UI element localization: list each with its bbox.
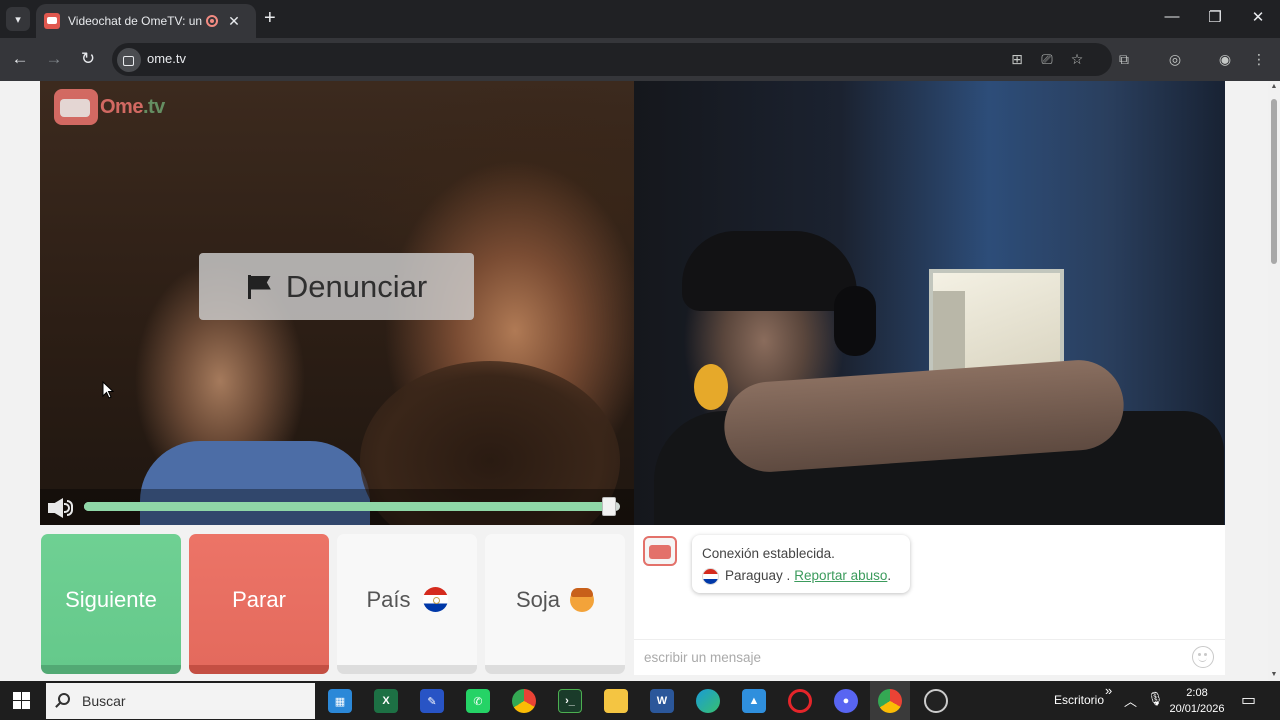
opera-icon[interactable]: [788, 689, 812, 713]
scroll-up-icon[interactable]: ▲: [1270, 83, 1278, 91]
cast-icon[interactable]: ⎚: [1038, 50, 1056, 68]
close-window-button[interactable]: ✕: [1243, 8, 1273, 26]
search-icon: [58, 693, 70, 705]
logo-text-ome: Ome: [100, 95, 143, 118]
windows-start-icon[interactable]: [13, 692, 30, 709]
scroll-down-icon[interactable]: ▼: [1270, 671, 1278, 679]
restore-button[interactable]: ❐: [1200, 8, 1230, 26]
gender-button[interactable]: Soja: [485, 534, 625, 674]
lens-icon[interactable]: ◎: [1166, 50, 1184, 68]
search-placeholder: Buscar: [82, 693, 126, 709]
chrome-active-icon[interactable]: [878, 689, 902, 713]
chrome-icon[interactable]: [512, 689, 536, 713]
report-button[interactable]: Denunciar: [199, 253, 474, 320]
toolbar-chevron[interactable]: »: [1105, 683, 1112, 698]
browser-toolbar: ← → ↻ ome.tv ⊞ ⎚ ☆ ⧉ ◎ ◉ ⋮: [0, 38, 1280, 81]
tab-ometv[interactable]: Videochat de OmeTV: una a ✕: [36, 4, 256, 38]
url-text[interactable]: ome.tv: [147, 51, 186, 66]
tab-close-icon[interactable]: ✕: [226, 13, 242, 30]
system-clock[interactable]: 2:08 20/01/2026: [1165, 685, 1229, 717]
country-label: País: [366, 586, 411, 612]
next-label: Siguiente: [65, 586, 157, 612]
message-input[interactable]: escribir un mensaje: [634, 639, 1225, 675]
reload-icon[interactable]: ↻: [77, 49, 99, 69]
microphone-icon[interactable]: 🎙: [1147, 691, 1164, 707]
clock-date: 20/01/2026: [1169, 703, 1225, 715]
paint-icon[interactable]: ✎: [420, 689, 444, 713]
country-name: Paraguay .: [725, 568, 791, 583]
speedtest-icon[interactable]: [924, 689, 948, 713]
desktop-label[interactable]: Escritorio: [1054, 693, 1104, 707]
clock-time: 2:08: [1186, 687, 1208, 699]
message-placeholder[interactable]: escribir un mensaje: [644, 650, 761, 665]
system-message: Conexión establecida. Paraguay . Reporta…: [692, 535, 910, 593]
word-icon[interactable]: W: [650, 689, 674, 713]
boy-emoji-icon: [570, 587, 595, 612]
remote-video: [634, 81, 1225, 525]
volume-fill: [84, 502, 610, 511]
terminal-icon[interactable]: ›_: [558, 689, 582, 713]
tab-bar: ▾ Videochat de OmeTV: una a ✕ + — ❐ ✕: [0, 0, 1280, 38]
excel-icon[interactable]: X: [374, 689, 398, 713]
connection-status: Conexión establecida.: [702, 546, 835, 561]
translate-icon[interactable]: ⊞: [1008, 50, 1026, 68]
menu-kebab-icon[interactable]: ⋮: [1250, 50, 1268, 68]
video-figure: [834, 286, 876, 356]
page-scrollbar[interactable]: ▲ ▼: [1268, 81, 1280, 681]
new-tab-button[interactable]: +: [264, 8, 276, 28]
report-abuse-link[interactable]: Reportar abuso: [794, 565, 887, 587]
back-arrow-icon[interactable]: ←: [9, 49, 31, 69]
notifications-icon[interactable]: ▭: [1241, 690, 1256, 710]
profile-icon[interactable]: ◉: [1216, 50, 1234, 68]
local-video: Ome.tv Denunciar: [40, 81, 634, 525]
taskbar-search[interactable]: Buscar: [46, 683, 315, 719]
forward-arrow-icon[interactable]: →: [43, 49, 65, 69]
site-info-icon[interactable]: [117, 48, 141, 72]
stop-button[interactable]: Parar: [189, 534, 329, 674]
tv-logo-icon: [54, 89, 98, 125]
tray-overflow-icon[interactable]: ︿: [1124, 691, 1137, 710]
windows-taskbar: Buscar ▦ X ✎ ✆ ›_ W ▲ ● Escritorio » ︿ 🎙…: [0, 681, 1280, 720]
tab-search-button[interactable]: ▾: [6, 7, 30, 31]
volume-handle[interactable]: [602, 497, 617, 516]
store-icon[interactable]: ▦: [328, 689, 352, 713]
video-figure: [682, 231, 857, 311]
emoji-icon[interactable]: [1192, 646, 1214, 668]
paraguay-flag-icon: [422, 587, 448, 612]
report-label: Denunciar: [285, 268, 428, 304]
discord-icon[interactable]: ●: [834, 689, 858, 713]
video-figure: [694, 364, 728, 410]
ometv-logo: Ome.tv: [54, 89, 165, 125]
speaker-icon[interactable]: [48, 498, 74, 518]
bookmark-star-icon[interactable]: ☆: [1068, 50, 1086, 68]
whatsapp-icon[interactable]: ✆: [466, 689, 490, 713]
next-button[interactable]: Siguiente: [41, 534, 181, 674]
ometv-avatar-icon: [643, 536, 677, 566]
period: .: [887, 568, 892, 583]
flag-icon: [246, 273, 272, 301]
ometv-favicon-icon: [44, 13, 60, 29]
tab-title: Videochat de OmeTV: una a: [68, 14, 202, 28]
logo-text-tv: .tv: [142, 95, 165, 118]
country-button[interactable]: País: [337, 534, 477, 674]
address-bar[interactable]: ome.tv: [112, 43, 1112, 76]
paraguay-flag-icon: [702, 567, 719, 585]
file-explorer-icon[interactable]: [604, 689, 628, 713]
scroll-thumb[interactable]: [1271, 99, 1277, 264]
stop-label: Parar: [232, 586, 286, 612]
minimize-button[interactable]: —: [1157, 8, 1187, 25]
volume-slider[interactable]: [84, 497, 620, 516]
mouse-cursor-icon: [102, 381, 114, 399]
ometv-page: Ome.tv Denunciar Siguiente Parar País So…: [0, 81, 1268, 681]
photos-icon[interactable]: ▲: [742, 689, 766, 713]
edge-icon[interactable]: [696, 689, 720, 713]
extensions-icon[interactable]: ⧉: [1115, 50, 1133, 68]
country-line: Paraguay . Reportar abuso .: [702, 565, 900, 587]
gender-label: Soja: [515, 586, 561, 612]
chat-panel: Conexión establecida. Paraguay . Reporta…: [634, 525, 1225, 675]
logo-text: Ome.tv: [100, 96, 165, 119]
volume-control: [40, 489, 634, 525]
recording-icon: [206, 15, 218, 27]
